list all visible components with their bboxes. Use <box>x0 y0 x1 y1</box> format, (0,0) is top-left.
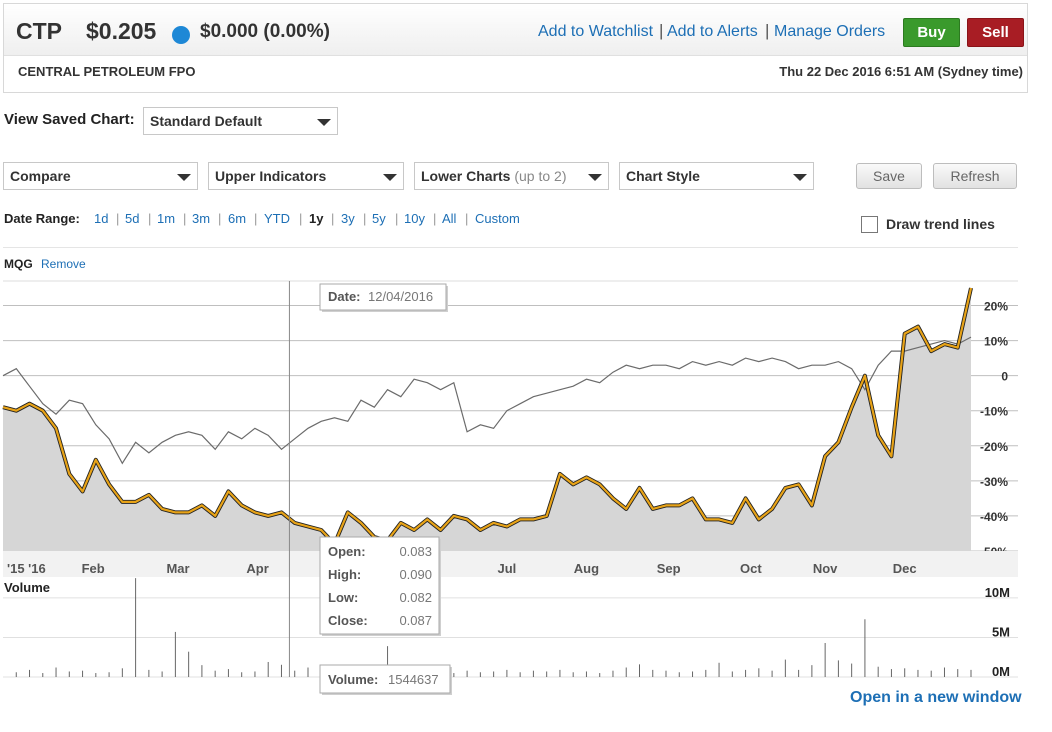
open-new-window-link[interactable]: Open in a new window <box>850 689 1022 707</box>
tooltip-date-value: 12/04/2016 <box>368 289 433 304</box>
volume-tick-label: 0M <box>992 664 1010 679</box>
tooltip-date-label: Date: <box>328 289 361 304</box>
y-tick-label: -30% <box>980 475 1008 489</box>
x-tick-label: Dec <box>893 561 917 576</box>
tooltip-volume-label: Volume: <box>328 672 378 687</box>
y-tick-label: -40% <box>980 510 1008 524</box>
tooltip-close-label: Close: <box>328 613 368 628</box>
x-tick-label: Apr <box>246 561 268 576</box>
x-tick-label: Feb <box>82 561 105 576</box>
tooltip-close-value: 0.087 <box>399 613 432 628</box>
tooltip-low-value: 0.082 <box>399 590 432 605</box>
tooltip-high-label: High: <box>328 567 361 582</box>
volume-tick-label: 10M <box>985 585 1010 600</box>
y-tick-label: -10% <box>980 405 1008 419</box>
tooltip-low-label: Low: <box>328 590 358 605</box>
y-tick-label: 10% <box>984 335 1008 349</box>
x-tick-label: Jul <box>497 561 516 576</box>
tooltip-open-label: Open: <box>328 544 366 559</box>
y-tick-label: 20% <box>984 300 1008 314</box>
x-tick-label: Oct <box>740 561 762 576</box>
x-tick-label: Aug <box>574 561 599 576</box>
tooltip-open-value: 0.083 <box>399 544 432 559</box>
y-tick-label: 0 <box>1001 370 1008 384</box>
volume-tick-label: 5M <box>992 624 1010 639</box>
y-tick-label: -20% <box>980 440 1008 454</box>
volume-title: Volume <box>4 580 50 595</box>
tooltip-high-value: 0.090 <box>399 567 432 582</box>
x-tick-label: Mar <box>166 561 189 576</box>
x-tick-label: Sep <box>657 561 681 576</box>
price-chart[interactable]: 20%10%0-10%-20%-30%-40%-50%'15 '16FebMar… <box>0 0 1052 732</box>
tooltip-volume-value: 1544637 <box>388 672 439 687</box>
x-tick-label: Nov <box>813 561 838 576</box>
x-tick-label: '15 '16 <box>7 561 46 576</box>
